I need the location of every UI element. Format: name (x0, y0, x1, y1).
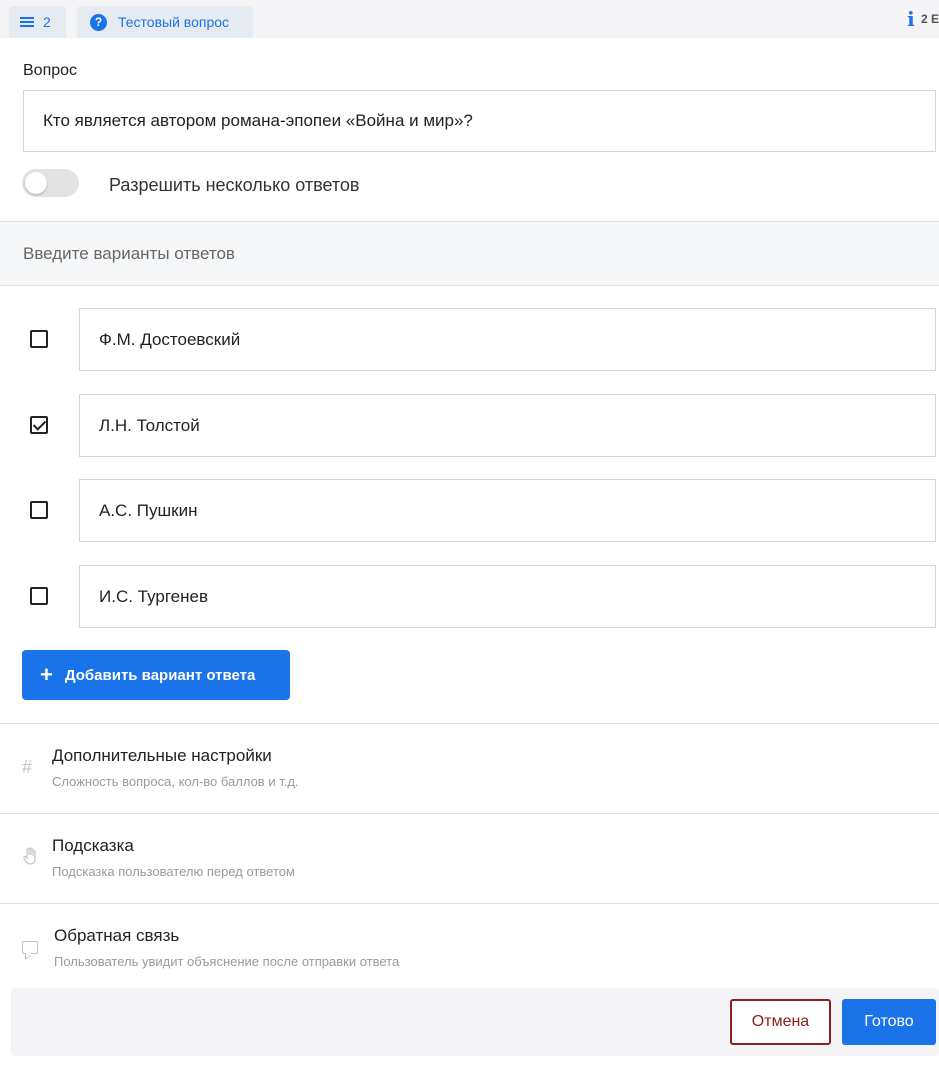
questions-count-tab[interactable]: 2 (9, 6, 66, 38)
section-feedback[interactable]: Обратная связь Пользователь увидит объяс… (0, 903, 939, 993)
footer-bar: Отмена Готово (11, 988, 939, 1056)
section-subtitle: Подсказка пользователю перед ответом (52, 864, 295, 879)
answer-checkbox-1[interactable] (30, 330, 48, 348)
plus-icon: + (40, 662, 53, 687)
comment-icon (22, 941, 38, 954)
answer-checkbox-4[interactable] (30, 587, 48, 605)
toggle-knob (25, 172, 47, 194)
section-title: Подсказка (52, 836, 134, 855)
menu-icon (20, 17, 34, 27)
section-advanced-settings[interactable]: # Дополнительные настройки Сложность воп… (0, 723, 939, 813)
questions-count: 2 (43, 14, 51, 30)
section-title: Обратная связь (54, 926, 180, 945)
help-circle-icon: ? (90, 13, 107, 31)
answer-input-2[interactable]: Л.Н. Толстой (79, 394, 936, 457)
answer-input-1[interactable]: Ф.М. Достоевский (79, 308, 936, 371)
question-editor-panel: Вопрос Кто является автором романа-эпопе… (0, 38, 939, 1068)
section-subtitle: Пользователь увидит объяснение после отп… (54, 954, 400, 969)
question-input[interactable]: Кто является автором романа-эпопеи «Войн… (23, 90, 936, 152)
question-label: Вопрос (23, 62, 78, 79)
answer-checkbox-3[interactable] (30, 501, 48, 519)
section-title: Дополнительные настройки (52, 746, 272, 765)
section-hint[interactable]: Подсказка Подсказка пользователю перед о… (0, 813, 939, 903)
answer-input-4[interactable]: И.С. Тургенев (79, 565, 936, 628)
hand-icon (22, 847, 38, 870)
section-subtitle: Сложность вопроса, кол-во баллов и т.д. (52, 774, 299, 789)
tab-question-label: Тестовый вопрос (118, 14, 230, 30)
hash-icon: # (22, 757, 33, 777)
multiple-answers-label: Разрешить несколько ответов (109, 175, 360, 195)
top-right-text: 2 Е (920, 12, 939, 26)
done-button[interactable]: Готово (842, 999, 936, 1045)
answer-input-3[interactable]: А.С. Пушкин (79, 479, 936, 542)
add-answer-button[interactable]: + Добавить вариант ответа (22, 650, 290, 700)
multiple-answers-toggle[interactable] (22, 169, 79, 197)
tab-question[interactable]: ? Тестовый вопрос (77, 6, 253, 38)
top-bar: 2 ? Тестовый вопрос i 2 Е (0, 0, 939, 38)
info-icon: i (907, 7, 915, 31)
answer-checkbox-2[interactable] (30, 416, 48, 434)
add-answer-label: Добавить вариант ответа (64, 666, 256, 684)
cancel-button[interactable]: Отмена (730, 999, 831, 1045)
top-right-info[interactable]: i 2 Е (905, 7, 939, 31)
answers-header: Введите варианты ответов (0, 221, 939, 286)
